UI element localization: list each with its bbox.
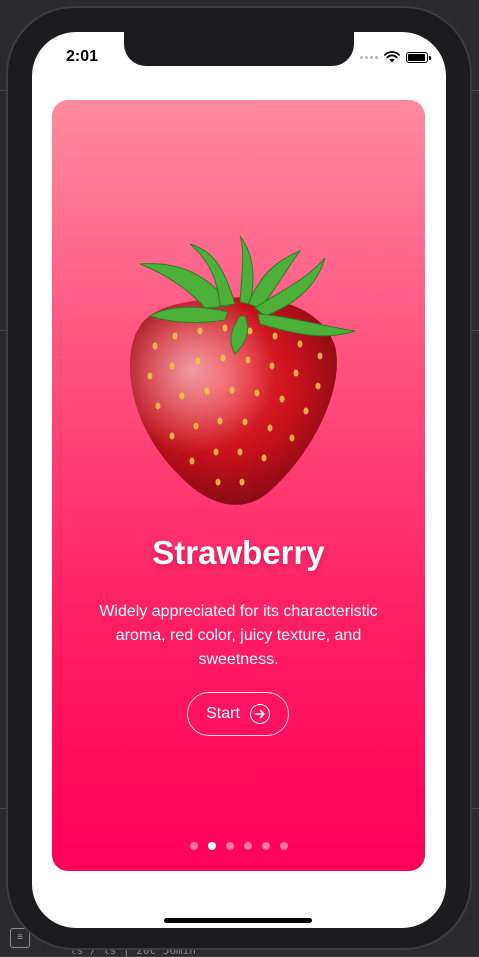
wifi-icon [384,51,400,63]
notch [124,32,354,66]
page-dot[interactable] [189,842,198,850]
home-indicator[interactable] [164,918,312,923]
status-indicators [360,51,431,63]
page-indicator [52,842,425,850]
card-title: Strawberry [152,534,325,571]
start-button[interactable]: Start [187,692,289,736]
page-dot[interactable] [261,842,270,850]
battery-icon [406,51,431,63]
page-dot[interactable] [279,842,288,850]
strawberry-image [110,235,370,516]
page-dot[interactable] [243,842,252,850]
arrow-right-circle-icon [249,704,270,724]
phone-frame: 2:01 Strawberry Widely appreciated for i… [6,6,472,950]
phone-screen: 2:01 Strawberry Widely appreciated for i… [32,32,446,928]
status-time: 2:01 [66,48,99,65]
page-dot[interactable] [225,842,234,850]
start-button-label: Start [206,705,240,722]
page-dot-active[interactable] [207,842,216,850]
cellular-signal-icon [360,55,378,59]
card-description: Widely appreciated for its characteristi… [99,603,378,668]
onboarding-card: Strawberry Widely appreciated for its ch… [52,100,425,871]
